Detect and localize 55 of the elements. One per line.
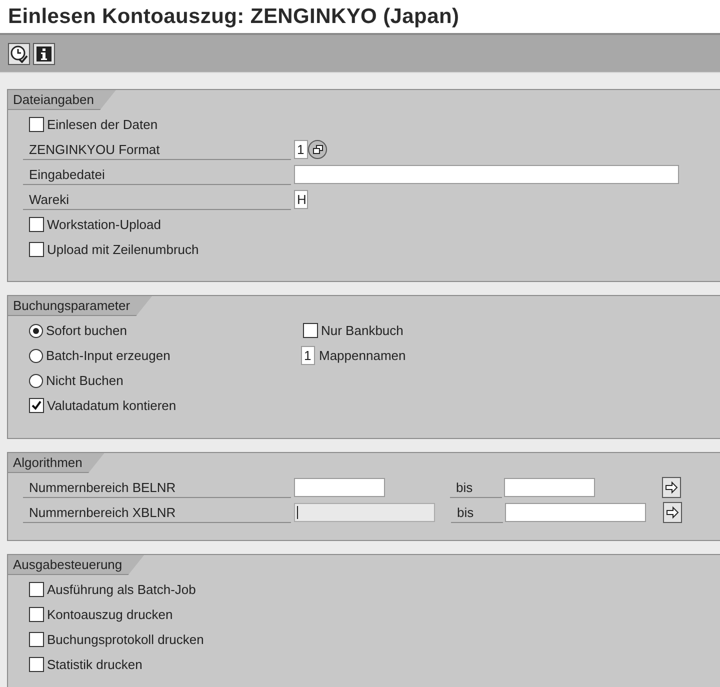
checkbox-label: Kontoauszug drucken — [47, 607, 173, 622]
lookup-button[interactable] — [308, 140, 327, 159]
checkbox[interactable] — [29, 607, 44, 622]
field-label: Wareki — [23, 190, 291, 210]
radio-button[interactable] — [29, 374, 43, 388]
checkbox[interactable] — [29, 632, 44, 647]
info-icon — [36, 46, 52, 62]
section-title: Dateiangaben — [8, 90, 116, 110]
info-button[interactable] — [33, 42, 55, 64]
checkbox[interactable] — [29, 117, 44, 132]
field-label: ZENGINKYOU Format — [23, 140, 291, 160]
checkbox-label: Einlesen der Daten — [47, 117, 158, 132]
input-field[interactable] — [294, 503, 435, 522]
input-field[interactable]: 1 — [294, 140, 308, 159]
field-label: bis — [451, 502, 503, 522]
checkbox-label: Upload mit Zeilenumbruch — [47, 242, 199, 257]
arrow-icon — [666, 506, 679, 519]
input-field[interactable]: H — [294, 190, 308, 209]
field-label: bis — [450, 478, 502, 498]
checkbox[interactable] — [303, 323, 318, 338]
input-field[interactable] — [505, 503, 646, 522]
radio-label: Sofort buchen — [46, 323, 127, 338]
window-title: Einlesen Kontoauszug: ZENGINKYO (Japan) — [8, 4, 460, 28]
field-label: Eingabedatei — [23, 164, 291, 184]
radio-label: Nicht Buchen — [46, 373, 124, 388]
checkbox-label: Nur Bankbuch — [321, 323, 404, 338]
input-field[interactable] — [294, 478, 385, 497]
checkbox[interactable] — [29, 242, 44, 257]
section-title: Ausgabesteuerung — [8, 555, 144, 575]
radio-label: Batch-Input erzeugen — [46, 348, 170, 363]
checkbox-label: Valutadatum kontieren — [47, 398, 176, 413]
field-label: Nummernbereich BELNR — [23, 478, 291, 498]
input-field[interactable] — [504, 478, 595, 497]
windows-icon — [312, 145, 322, 154]
clock-check-icon — [10, 44, 28, 62]
section-title: Buchungsparameter — [8, 296, 152, 316]
section-title: Algorithmen — [8, 453, 104, 473]
checkbox-label: Workstation-Upload — [47, 217, 161, 232]
input-field[interactable] — [294, 165, 679, 184]
checkbox-label: Ausführung als Batch-Job — [47, 582, 196, 597]
clock-check-button[interactable] — [8, 42, 30, 64]
arrow-button[interactable] — [663, 502, 682, 523]
checkbox[interactable] — [29, 582, 44, 597]
checkbox[interactable] — [29, 217, 44, 232]
checkbox-label: Buchungsprotokoll drucken — [47, 632, 204, 647]
field-label: Nummernbereich XBLNR — [23, 502, 291, 522]
checkbox-label: Statistik drucken — [47, 657, 142, 672]
radio-button[interactable] — [29, 348, 43, 362]
radio-button[interactable] — [29, 324, 43, 338]
arrow-button[interactable] — [662, 477, 681, 498]
field-label: Mappennamen — [319, 348, 406, 363]
checkbox[interactable] — [29, 398, 44, 413]
input-field[interactable]: 1 — [301, 346, 315, 365]
checkbox[interactable] — [29, 657, 44, 672]
arrow-icon — [665, 481, 678, 494]
